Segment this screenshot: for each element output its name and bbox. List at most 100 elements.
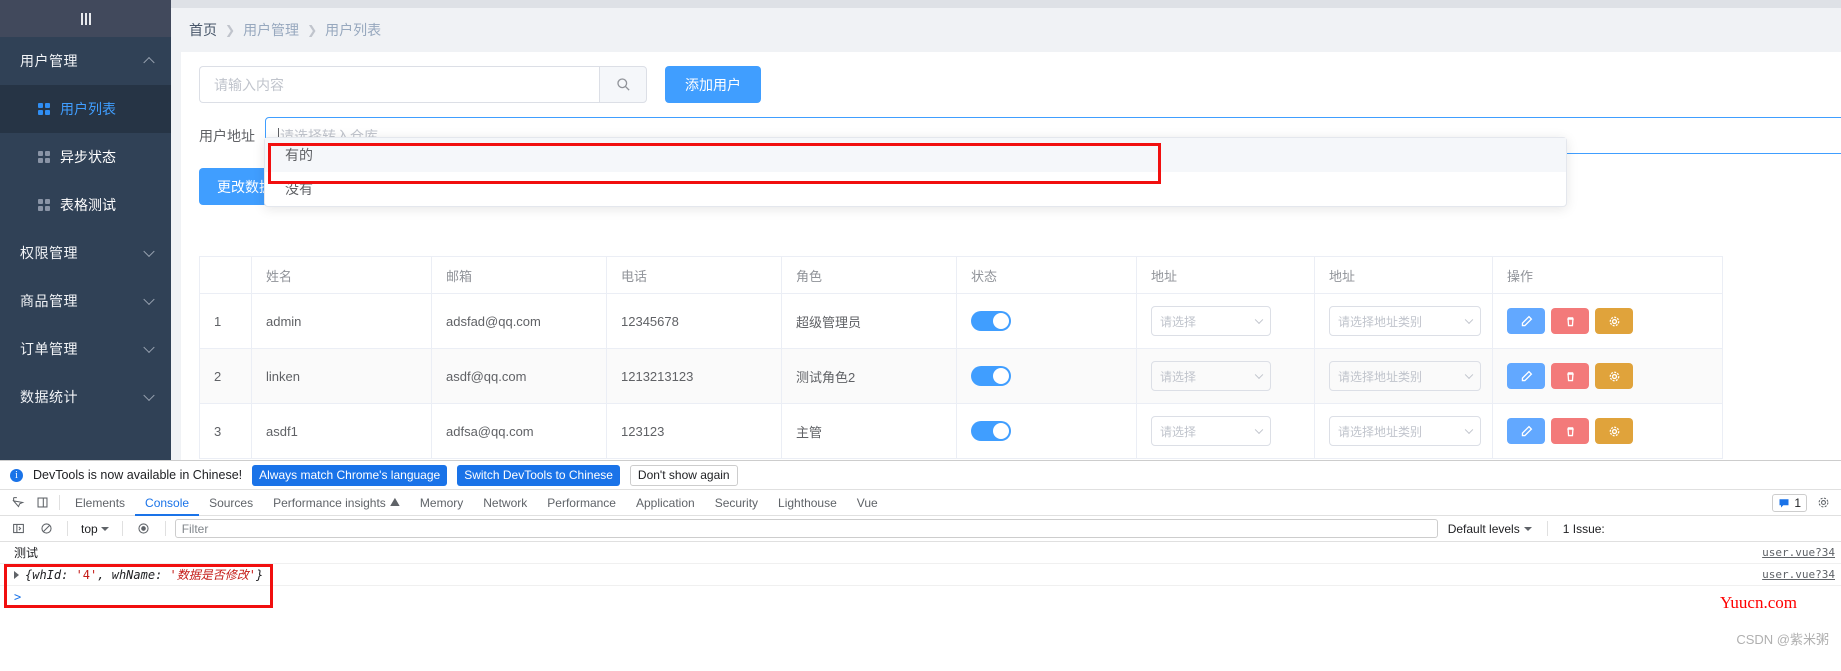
tab-vue[interactable]: Vue xyxy=(847,490,888,516)
cell-email: adfsa@qq.com xyxy=(431,403,607,459)
clear-console-icon[interactable] xyxy=(34,519,58,539)
gear-icon xyxy=(1609,426,1619,436)
add-user-button[interactable]: 添加用户 xyxy=(665,66,761,103)
sidebar-subitem-label: 表格测试 xyxy=(60,197,116,213)
column-header-address-1: 地址 xyxy=(1136,256,1315,294)
message-count-badge[interactable]: 1 xyxy=(1772,493,1807,512)
device-toolbar-icon[interactable] xyxy=(30,493,54,513)
settings-button[interactable] xyxy=(1595,418,1633,444)
settings-button[interactable] xyxy=(1595,363,1633,389)
tab-label: Performance insights xyxy=(273,495,386,510)
settings-gear-icon[interactable] xyxy=(1811,493,1835,513)
tab-memory[interactable]: Memory xyxy=(410,490,473,516)
execution-context-selector[interactable]: top xyxy=(77,522,113,536)
sidebar-item-data-statistics[interactable]: 数据统计 xyxy=(0,373,171,421)
status-toggle[interactable] xyxy=(971,366,1011,386)
sidebar-item-user-management[interactable]: 用户管理 xyxy=(0,37,171,85)
tab-application[interactable]: Application xyxy=(626,490,705,516)
edit-button[interactable] xyxy=(1507,363,1545,389)
console-filter-input[interactable] xyxy=(174,519,1438,538)
sidebar-item-product-management[interactable]: 商品管理 xyxy=(0,277,171,325)
edit-button[interactable] xyxy=(1507,418,1545,444)
chevron-down-icon xyxy=(1464,425,1474,435)
dropdown-option-meiyou[interactable]: 没有 xyxy=(265,172,1566,206)
sidebar-collapse-toggle[interactable] xyxy=(0,0,171,37)
console-prompt[interactable]: > xyxy=(0,586,1841,608)
cell-phone: 123123 xyxy=(606,403,782,459)
obj-mid: , whName: xyxy=(97,568,170,582)
content-card: 添加用户 用户地址 请选择转入仓库 更改数据 xyxy=(181,52,1841,460)
search-button[interactable] xyxy=(599,66,647,103)
pencil-icon xyxy=(1521,425,1532,436)
cell-role: 主管 xyxy=(781,403,957,459)
edit-button[interactable] xyxy=(1507,308,1545,334)
breadcrumb-separator: ❯ xyxy=(225,23,236,37)
trash-icon xyxy=(1566,371,1574,381)
sidebar-item-label: 数据统计 xyxy=(20,389,78,405)
cell-phone: 1213213123 xyxy=(606,348,782,404)
tab-security[interactable]: Security xyxy=(705,490,768,516)
devtools-tabbar-right: 1 xyxy=(1772,493,1835,513)
delete-button[interactable] xyxy=(1551,308,1589,334)
sidebar-subitem-user-list[interactable]: 用户列表 xyxy=(0,85,171,133)
tab-sources[interactable]: Sources xyxy=(199,490,263,516)
breadcrumb-item-home[interactable]: 首页 xyxy=(189,20,217,40)
column-header-email: 邮箱 xyxy=(431,256,607,294)
search-icon xyxy=(616,78,630,91)
address-category-select[interactable]: 请选择地址类别 xyxy=(1329,306,1481,336)
address-type-select[interactable]: 请选择 xyxy=(1151,306,1271,336)
console-sidebar-icon[interactable] xyxy=(6,519,30,539)
delete-button[interactable] xyxy=(1551,418,1589,444)
sidebar-item-order-management[interactable]: 订单管理 xyxy=(0,325,171,373)
status-toggle[interactable] xyxy=(971,421,1011,441)
address-category-select[interactable]: 请选择地址类别 xyxy=(1329,361,1481,391)
toggle-knob xyxy=(993,423,1009,439)
column-header-role: 角色 xyxy=(781,256,957,294)
always-match-language-button[interactable]: Always match Chrome's language xyxy=(252,464,448,486)
tab-console[interactable]: Console xyxy=(135,490,199,516)
message-count: 1 xyxy=(1794,495,1801,510)
info-icon: i xyxy=(10,468,23,482)
switch-language-button[interactable]: Switch DevTools to Chinese xyxy=(457,464,620,486)
tab-elements[interactable]: Elements xyxy=(65,490,135,516)
search-input[interactable] xyxy=(199,66,599,103)
sidebar-item-label: 权限管理 xyxy=(20,245,78,261)
chevron-down-icon xyxy=(1464,370,1474,380)
delete-button[interactable] xyxy=(1551,363,1589,389)
tab-lighthouse[interactable]: Lighthouse xyxy=(768,490,847,516)
address-type-select[interactable]: 请选择 xyxy=(1151,361,1271,391)
sidebar-subitem-table-test[interactable]: 表格测试 xyxy=(0,181,171,229)
address-type-select[interactable]: 请选择 xyxy=(1151,416,1271,446)
breadcrumb-item-user-list[interactable]: 用户列表 xyxy=(325,20,381,40)
settings-button[interactable] xyxy=(1595,308,1633,334)
dropdown-option-youde[interactable]: 有的 xyxy=(265,138,1566,172)
column-header-phone: 电话 xyxy=(606,256,782,294)
log-source-link[interactable]: user.vue?34 xyxy=(1762,546,1835,559)
chevron-down-icon xyxy=(1254,315,1264,325)
breadcrumb-item-user-management[interactable]: 用户管理 xyxy=(243,20,299,40)
dismiss-banner-button[interactable]: Don't show again xyxy=(629,464,738,486)
expand-arrow-icon[interactable] xyxy=(14,570,19,579)
status-toggle[interactable] xyxy=(971,311,1011,331)
sidebar-item-permission-management[interactable]: 权限管理 xyxy=(0,229,171,277)
cell-index: 3 xyxy=(199,403,252,459)
cell-name: asdf1 xyxy=(251,403,432,459)
sidebar-subitem-async-status[interactable]: 异步状态 xyxy=(0,133,171,181)
issues-button[interactable]: 1 Issue: xyxy=(1557,522,1611,536)
inspect-element-icon[interactable] xyxy=(6,493,30,513)
search-group xyxy=(199,66,647,103)
log-text: 测试 xyxy=(14,546,39,560)
log-source-link[interactable]: user.vue?34 xyxy=(1762,568,1835,581)
pencil-icon xyxy=(1521,315,1532,326)
log-level-selector[interactable]: Default levels xyxy=(1442,522,1538,536)
user-table-container: 姓名 邮箱 电话 角色 状态 地址 地址 操作 1 admin adsfad@q… xyxy=(199,256,1841,459)
live-expression-icon[interactable] xyxy=(132,519,156,539)
address-category-select[interactable]: 请选择地址类别 xyxy=(1329,416,1481,446)
tab-performance[interactable]: Performance xyxy=(537,490,626,516)
tab-performance-insights[interactable]: Performance insights ⛰ xyxy=(263,490,410,516)
tab-network[interactable]: Network xyxy=(473,490,537,516)
main-content: 首页 ❯ 用户管理 ❯ 用户列表 添加用户 xyxy=(171,8,1841,460)
log-object: {whId: '4', whName: '数据是否修改'} xyxy=(25,566,263,583)
gear-icon xyxy=(1609,371,1619,381)
prompt-caret: > xyxy=(14,590,22,604)
